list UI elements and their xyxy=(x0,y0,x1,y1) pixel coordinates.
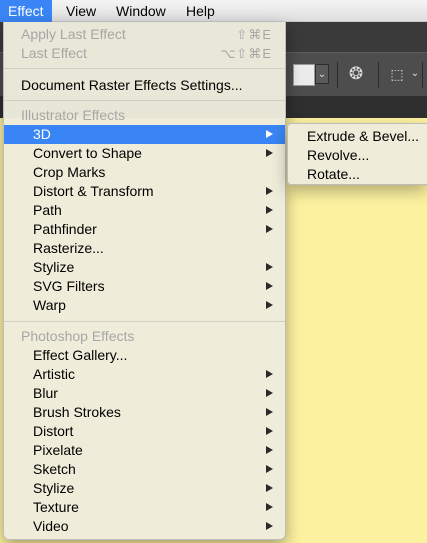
shortcut-label: ⇧⌘E xyxy=(236,27,272,42)
menu-item-brush-strokes[interactable]: Brush Strokes xyxy=(4,403,285,422)
menu-item-label: Convert to Shape xyxy=(33,145,142,161)
submenu-arrow-icon xyxy=(266,522,273,530)
menu-window[interactable]: Window xyxy=(108,0,174,22)
shortcut-label: ⌥⇧⌘E xyxy=(220,46,272,61)
submenu-arrow-icon xyxy=(266,389,273,397)
menu-item-label: Sketch xyxy=(33,461,76,477)
recolor-wheel-icon[interactable]: ❂ xyxy=(345,64,367,84)
menu-effect[interactable]: Effect xyxy=(0,0,52,22)
menu-item-texture[interactable]: Texture xyxy=(4,498,285,517)
menu-item-pixelate[interactable]: Pixelate xyxy=(4,441,285,460)
submenu-item-extrude-bevel[interactable]: Extrude & Bevel... xyxy=(307,127,419,146)
toolbar-divider xyxy=(378,62,379,88)
menu-item-artistic[interactable]: Artistic xyxy=(4,365,285,384)
submenu-arrow-icon xyxy=(266,446,273,454)
menu-item-label: Rasterize... xyxy=(33,240,104,256)
menu-item-path[interactable]: Path xyxy=(4,201,285,220)
menu-separator xyxy=(4,100,285,101)
menu-item-distort-transform[interactable]: Distort & Transform xyxy=(4,182,285,201)
submenu-arrow-icon xyxy=(266,503,273,511)
menu-item-distort[interactable]: Distort xyxy=(4,422,285,441)
menu-item-label: Effect Gallery... xyxy=(33,347,128,363)
submenu-arrow-icon xyxy=(266,465,273,473)
menu-item-video[interactable]: Video xyxy=(4,517,285,536)
menu-item-label: Stylize xyxy=(33,480,75,496)
chevron-down-icon[interactable]: ⌄ xyxy=(315,64,329,84)
menu-item-label: Last Effect xyxy=(21,45,87,61)
menu-item-label: Document Raster Effects Settings... xyxy=(21,77,243,93)
menu-item-label: Path xyxy=(33,202,62,218)
toolbar-divider xyxy=(422,62,423,88)
effect-dropdown-menu: Apply Last Effect ⇧⌘E Last Effect ⌥⇧⌘E D… xyxy=(3,22,286,540)
menu-item-stylize-photoshop[interactable]: Stylize xyxy=(4,479,285,498)
submenu-arrow-icon xyxy=(266,187,273,195)
menu-item-3d[interactable]: 3D xyxy=(4,125,285,144)
menu-item-label: Stylize xyxy=(33,259,75,275)
menu-separator xyxy=(4,68,285,69)
submenu-arrow-icon xyxy=(266,427,273,435)
menu-item-label: SVG Filters xyxy=(33,278,105,294)
menu-item-label: Distort xyxy=(33,423,74,439)
submenu-arrow-icon xyxy=(266,206,273,214)
menu-item-warp[interactable]: Warp xyxy=(4,296,285,315)
menu-item-label: Texture xyxy=(33,499,79,515)
menu-item-label: Apply Last Effect xyxy=(21,26,126,42)
menu-item-blur[interactable]: Blur xyxy=(4,384,285,403)
menu-item-label: 3D xyxy=(33,126,51,142)
submenu-arrow-icon xyxy=(266,484,273,492)
submenu-item-rotate[interactable]: Rotate... xyxy=(307,165,360,184)
menu-item-label: Warp xyxy=(33,297,66,313)
submenu-arrow-icon xyxy=(266,282,273,290)
menu-item-convert-to-shape[interactable]: Convert to Shape xyxy=(4,144,285,163)
menu-item-label: Distort & Transform xyxy=(33,183,154,199)
menu-item-label: Pathfinder xyxy=(33,221,97,237)
menu-item-pathfinder[interactable]: Pathfinder xyxy=(4,220,285,239)
submenu-arrow-icon xyxy=(266,263,273,271)
menu-item-document-raster-effects-settings[interactable]: Document Raster Effects Settings... xyxy=(4,76,285,95)
menu-item-svg-filters[interactable]: SVG Filters xyxy=(4,277,285,296)
submenu-arrow-icon xyxy=(266,130,273,138)
menu-item-label: Pixelate xyxy=(33,442,83,458)
menu-item-label: Artistic xyxy=(33,366,75,382)
menu-item-crop-marks[interactable]: Crop Marks xyxy=(4,163,285,182)
menu-item-last-effect[interactable]: Last Effect ⌥⇧⌘E xyxy=(4,44,285,63)
menu-item-apply-last-effect[interactable]: Apply Last Effect ⇧⌘E xyxy=(4,25,285,44)
menu-bar: Effect View Window Help xyxy=(0,0,427,22)
stroke-color-swatch[interactable] xyxy=(293,64,315,86)
submenu-arrow-icon xyxy=(266,301,273,309)
submenu-item-revolve[interactable]: Revolve... xyxy=(307,146,369,165)
menu-item-label: Crop Marks xyxy=(33,164,106,180)
menu-separator xyxy=(4,321,285,322)
submenu-arrow-icon xyxy=(266,370,273,378)
submenu-3d: Extrude & Bevel... Revolve... Rotate... xyxy=(287,123,427,185)
menu-item-label: Blur xyxy=(33,385,58,401)
menu-help[interactable]: Help xyxy=(178,0,223,22)
menu-item-sketch[interactable]: Sketch xyxy=(4,460,285,479)
menu-item-stylize[interactable]: Stylize xyxy=(4,258,285,277)
menu-item-label: Video xyxy=(33,518,69,534)
toolbar-divider xyxy=(337,62,338,88)
section-header-photoshop-effects: Photoshop Effects xyxy=(21,328,135,344)
submenu-arrow-icon xyxy=(266,408,273,416)
menu-item-effect-gallery[interactable]: Effect Gallery... xyxy=(4,346,285,365)
menu-view[interactable]: View xyxy=(58,0,104,22)
menu-item-label: Brush Strokes xyxy=(33,404,121,420)
section-header-illustrator-effects: Illustrator Effects xyxy=(21,107,126,123)
submenu-arrow-icon xyxy=(266,225,273,233)
submenu-arrow-icon xyxy=(266,149,273,157)
menu-item-rasterize[interactable]: Rasterize... xyxy=(4,239,285,258)
